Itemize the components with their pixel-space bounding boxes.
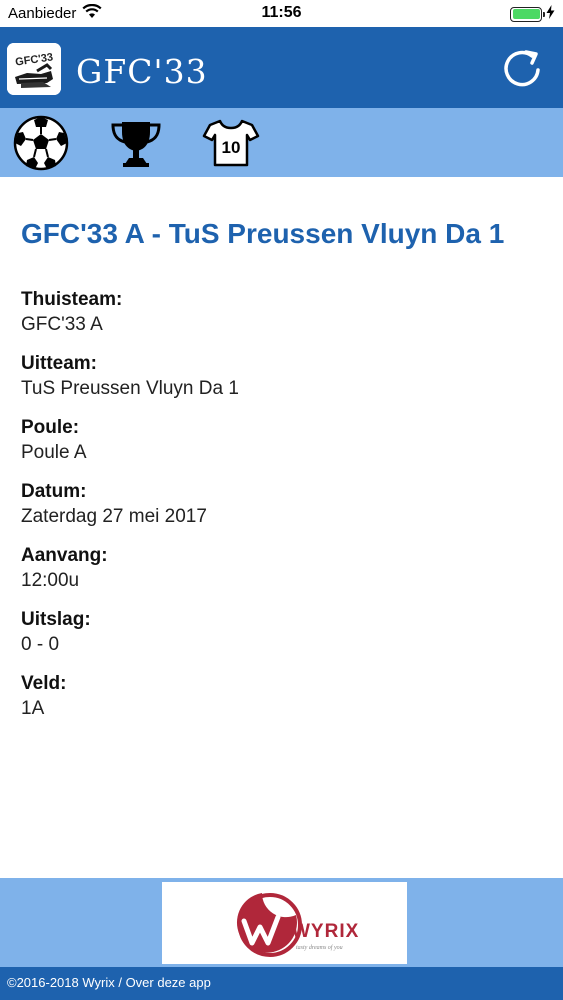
refresh-button[interactable]	[501, 47, 545, 91]
match-title: GFC'33 A - TuS Preussen Vluyn Da 1	[21, 218, 505, 249]
field-value: GFC'33 A	[21, 314, 103, 335]
field-pool: Poule: Poule A	[21, 416, 546, 466]
field-label: Datum:	[21, 481, 87, 502]
app-screen: Aanbieder 11:56 GFC'33 GFC'33 10 GFC'33 …	[0, 0, 563, 1000]
field-value: 0 - 0	[21, 634, 60, 655]
status-bar: Aanbieder 11:56	[0, 0, 563, 27]
soccer-ball-icon	[13, 115, 69, 171]
field-value: Poule A	[21, 442, 87, 463]
battery-level	[512, 9, 540, 19]
jersey-number: 10	[222, 138, 241, 157]
field-value: Zaterdag 27 mei 2017	[21, 506, 207, 527]
field-value: TuS Preussen Vluyn Da 1	[21, 378, 239, 399]
sponsor-banner[interactable]: WYRIX tasty dreams of you	[162, 882, 407, 964]
field-away-team: Uitteam: TuS Preussen Vluyn Da 1	[21, 352, 546, 402]
status-right	[510, 5, 555, 23]
field-label: Poule:	[21, 417, 80, 438]
field-value: 1A	[21, 698, 45, 719]
tab-matches[interactable]	[12, 115, 70, 171]
app-title: GFC'33	[76, 52, 208, 91]
club-logo[interactable]: GFC'33	[7, 43, 61, 95]
app-header: GFC'33 GFC'33	[0, 27, 563, 108]
field-label: Thuisteam:	[21, 289, 123, 310]
refresh-icon	[504, 50, 540, 87]
field-label: Veld:	[21, 673, 67, 694]
tab-bar: 10	[0, 108, 563, 177]
field-date: Datum: Zaterdag 27 mei 2017	[21, 480, 546, 530]
sponsor-name: WYRIX	[292, 921, 359, 942]
field-result: Uitslag: 0 - 0	[21, 608, 546, 658]
tab-teams[interactable]: 10	[202, 116, 260, 170]
field-pitch: Veld: 1A	[21, 672, 546, 722]
field-home-team: Thuisteam: GFC'33 A	[21, 288, 546, 338]
sponsor-tagline: tasty dreams of you	[296, 944, 343, 951]
wifi-icon	[82, 3, 102, 23]
field-label: Aanvang:	[21, 545, 108, 566]
match-details: GFC'33 A - TuS Preussen Vluyn Da 1 Thuis…	[21, 215, 546, 736]
field-kickoff: Aanvang: 12:00u	[21, 544, 546, 594]
charging-icon	[546, 5, 555, 23]
status-left: Aanbieder	[8, 3, 102, 23]
tab-competitions[interactable]	[107, 116, 165, 170]
footer-bar: ©2016-2018 Wyrix / Over deze app	[0, 967, 563, 1000]
jersey-icon: 10	[202, 119, 260, 167]
field-label: Uitslag:	[21, 609, 91, 630]
battery-icon	[510, 6, 545, 22]
sponsor-logo: WYRIX tasty dreams of you	[236, 893, 359, 957]
field-value: 12:00u	[21, 570, 80, 591]
sponsor-band: WYRIX tasty dreams of you	[0, 878, 563, 967]
carrier-label: Aanbieder	[8, 5, 77, 22]
field-label: Uitteam:	[21, 353, 98, 374]
footer-link-about[interactable]: ©2016-2018 Wyrix / Over deze app	[7, 975, 211, 990]
trophy-icon	[111, 122, 161, 167]
